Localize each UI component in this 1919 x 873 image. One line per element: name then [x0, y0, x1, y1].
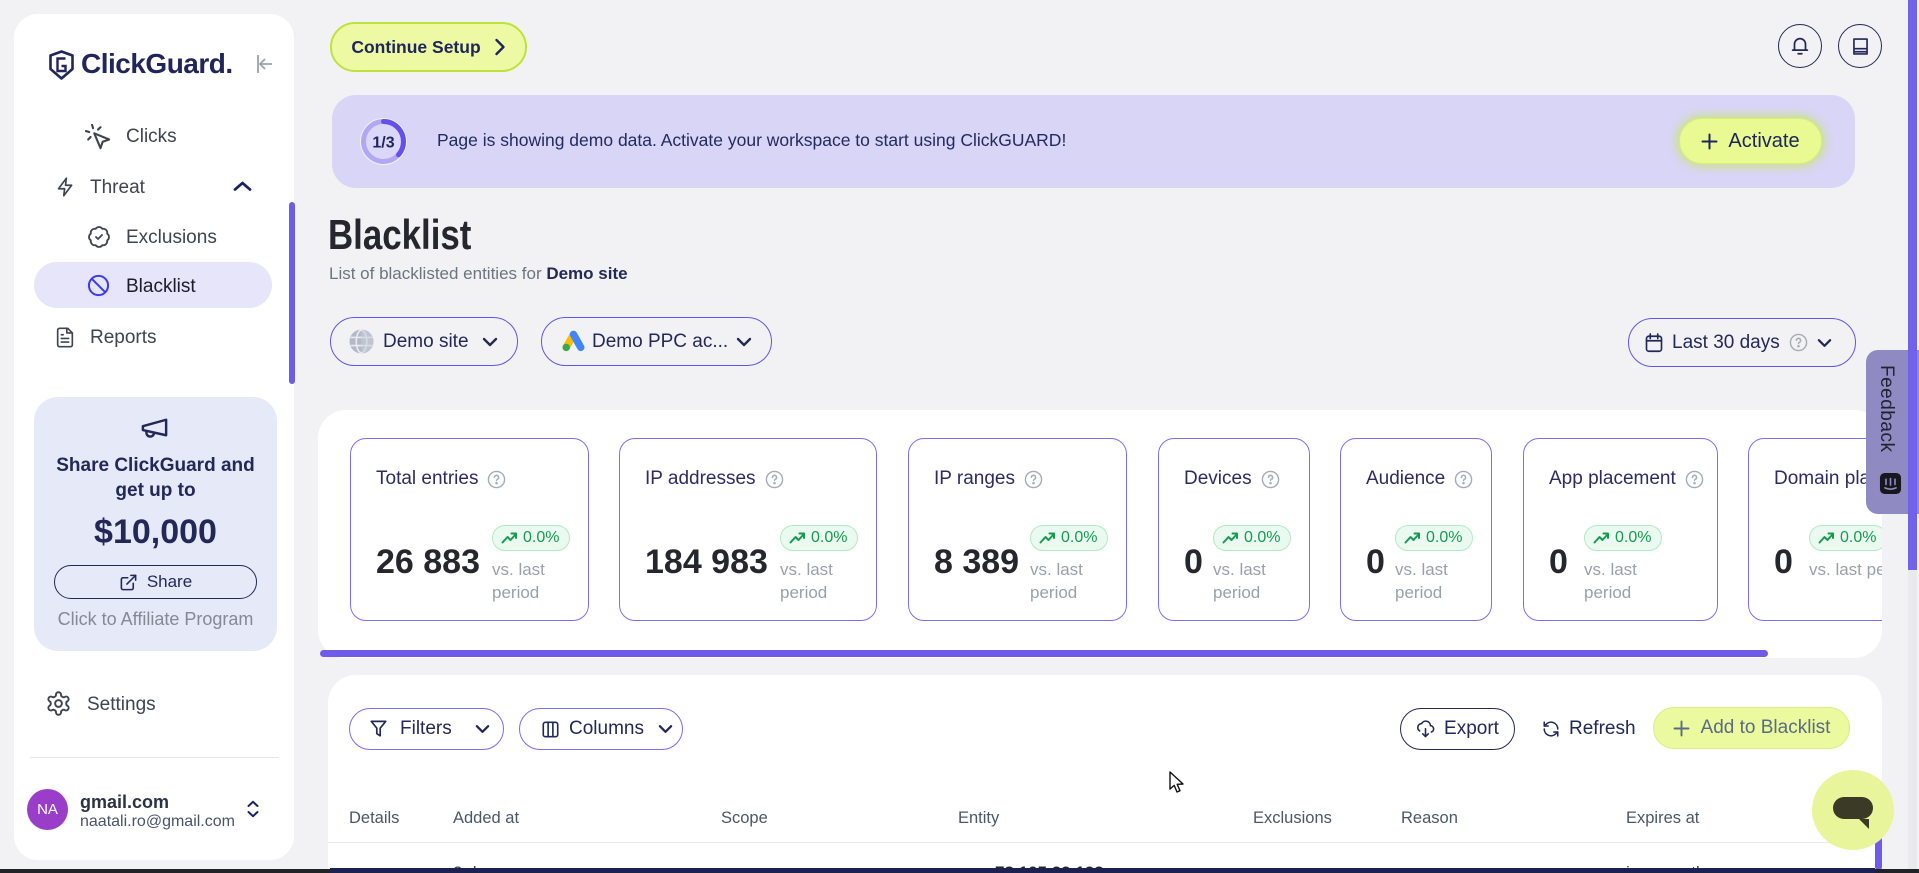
- svg-text:1/3: 1/3: [372, 135, 394, 152]
